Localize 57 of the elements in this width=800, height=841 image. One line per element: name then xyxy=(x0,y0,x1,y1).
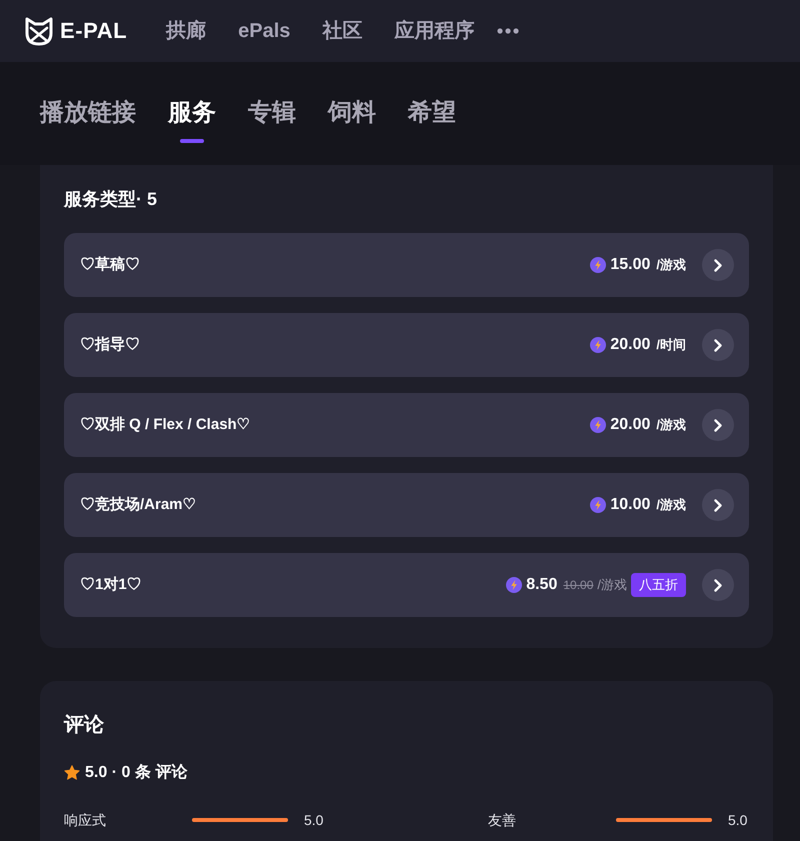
price: 20.00 xyxy=(610,415,650,435)
rating-value: 5.0 xyxy=(728,811,748,830)
service-row[interactable]: ♡1对1♡ 8.50 10.00 /游戏 八五折 xyxy=(64,553,749,617)
service-name: ♡草稿♡ xyxy=(80,254,140,275)
price-unit: /游戏 xyxy=(597,576,627,594)
service-row[interactable]: ♡指导♡ 20.00 /时间 xyxy=(64,313,749,377)
service-row[interactable]: ♡双排 Q / Flex / Clash♡ 20.00 /游戏 xyxy=(64,393,749,457)
chevron-button[interactable] xyxy=(702,329,734,361)
nav-link[interactable]: 应用程序 xyxy=(394,17,474,45)
service-row[interactable]: ♡草稿♡ 15.00 /游戏 xyxy=(64,233,749,297)
nav-link[interactable]: 拱廊 xyxy=(166,17,206,45)
chevron-right-icon xyxy=(714,578,722,592)
tab[interactable]: 专辑 xyxy=(248,97,296,143)
logo-text[interactable]: E-PAL xyxy=(60,17,128,45)
chevron-right-icon xyxy=(714,338,722,352)
price-unit: /时间 xyxy=(656,336,686,354)
service-name: ♡双排 Q / Flex / Clash♡ xyxy=(80,414,250,435)
service-name: ♡1对1♡ xyxy=(80,574,142,595)
price-unit: /游戏 xyxy=(656,416,686,434)
price-unit: /游戏 xyxy=(656,496,686,514)
tab[interactable]: 播放链接 xyxy=(40,97,136,143)
tab[interactable]: 希望 xyxy=(408,97,456,143)
chevron-button[interactable] xyxy=(702,409,734,441)
nav-link[interactable]: ePals xyxy=(238,17,290,45)
cat-logo-icon[interactable] xyxy=(24,16,54,46)
chevron-right-icon xyxy=(714,258,722,272)
rating-label: 响应式 xyxy=(64,811,107,830)
discount-badge: 八五折 xyxy=(631,573,686,597)
price: 15.00 xyxy=(610,255,650,275)
original-price: 10.00 xyxy=(563,577,594,594)
chevron-button[interactable] xyxy=(702,569,734,601)
chevron-button[interactable] xyxy=(702,489,734,521)
rating-summary: 5.0 · 0 条 评论 xyxy=(85,762,188,783)
price: 20.00 xyxy=(610,335,650,355)
lightning-coin-icon xyxy=(590,417,606,433)
price: 8.50 xyxy=(526,575,558,595)
chevron-button[interactable] xyxy=(702,249,734,281)
lightning-coin-icon xyxy=(590,497,606,513)
tab[interactable]: 饲料 xyxy=(328,97,376,143)
lightning-coin-icon xyxy=(590,337,606,353)
service-name: ♡指导♡ xyxy=(80,334,140,355)
service-name: ♡竞技场/Aram♡ xyxy=(80,494,196,515)
section-title: 服务类型· 5 xyxy=(64,188,158,211)
more-icon[interactable] xyxy=(497,28,520,34)
service-row[interactable]: ♡竞技场/Aram♡ 10.00 /游戏 xyxy=(64,473,749,537)
lightning-coin-icon xyxy=(590,257,606,273)
price-unit: /游戏 xyxy=(656,256,686,274)
section-title: 评论 xyxy=(64,713,105,737)
nav-link[interactable]: 社区 xyxy=(322,17,362,45)
tab[interactable]: 服务 xyxy=(168,97,216,143)
lightning-coin-icon xyxy=(506,577,522,593)
chevron-right-icon xyxy=(714,418,722,432)
chevron-right-icon xyxy=(714,498,722,512)
rating-label: 友善 xyxy=(488,811,517,830)
rating-value: 5.0 xyxy=(304,811,324,830)
price: 10.00 xyxy=(610,495,650,515)
star-icon xyxy=(64,765,80,781)
